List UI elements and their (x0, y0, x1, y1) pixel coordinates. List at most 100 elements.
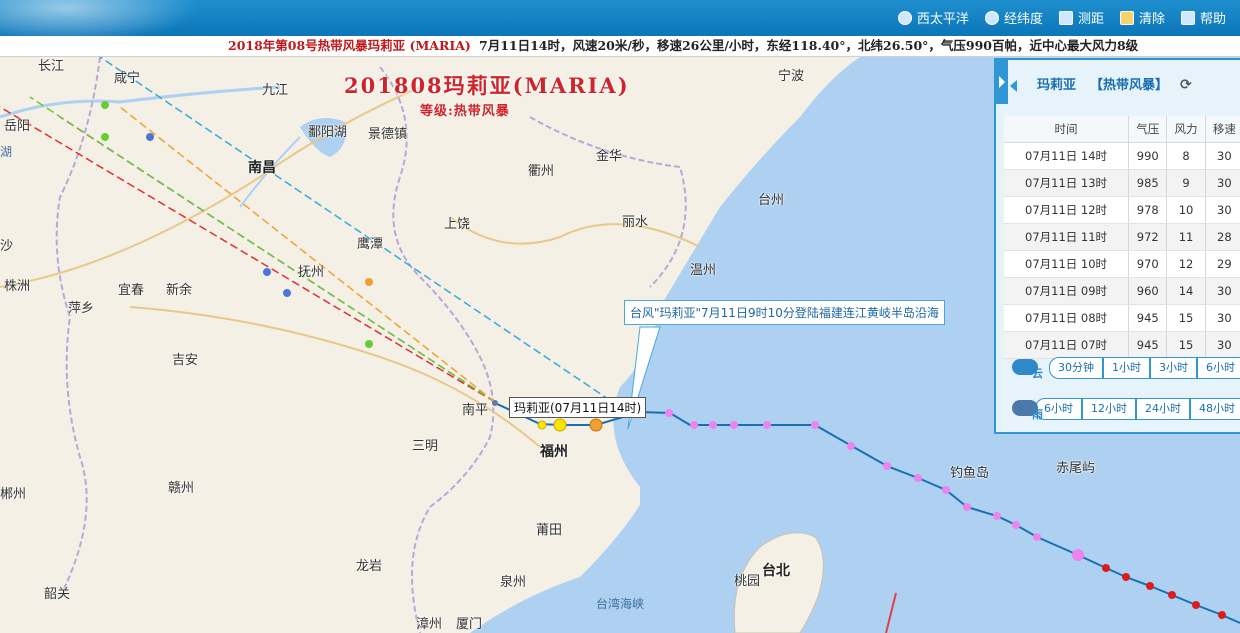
cloud-6h-button[interactable]: 6小时 (1197, 357, 1240, 379)
place-label: 沙 (0, 239, 14, 254)
track-point (1012, 521, 1020, 529)
col-header-pressure: 气压 (1128, 116, 1168, 143)
place-label: 鄱阳湖 (308, 125, 348, 140)
place-label: 宜春 (118, 283, 145, 298)
cell-force: 9 (1166, 169, 1206, 197)
forecast-point (146, 133, 154, 141)
rain-cloud-icon: 雨 (1004, 394, 1043, 424)
prev-typhoon-icon[interactable] (1010, 79, 1017, 92)
nav-west-pacific[interactable]: 西太平洋 (897, 8, 969, 27)
table-row[interactable]: 07月11日 11时 972 11 28 (1004, 223, 1240, 251)
cloud-icon: 云 (1004, 353, 1049, 383)
place-label: 泉州 (500, 575, 527, 590)
cell-time: 07月11日 11时 (1004, 223, 1130, 251)
cloud-label: 云 (1032, 367, 1043, 380)
forecast-point (101, 101, 109, 109)
cell-speed: 30 (1205, 304, 1240, 332)
province-border (529, 116, 687, 288)
place-label: 温州 (690, 263, 717, 278)
rain-48h-button[interactable]: 48小时 (1190, 398, 1240, 420)
place-label: 赤尾屿 (1056, 461, 1096, 476)
typhoon-info-panel: 玛莉亚 【热带风暴】 ⟳ 时间 气压 风力 移速 07月11日 14时 990 8 30 … (994, 58, 1240, 434)
nav-label: 测距 (1077, 12, 1104, 27)
forecast-track-kr (29, 96, 496, 403)
help-icon (1180, 10, 1195, 25)
cell-speed: 28 (1205, 223, 1240, 251)
nav-help[interactable]: 帮助 (1180, 8, 1226, 27)
place-label: 衢州 (528, 164, 555, 179)
place-label: 福州 (540, 444, 568, 460)
panel-collapse-tab[interactable] (996, 60, 1008, 104)
cell-pressure: 990 (1128, 142, 1168, 170)
nav-clear[interactable]: 清除 (1119, 8, 1165, 27)
track-point (1218, 611, 1226, 619)
track-point (993, 512, 1001, 520)
nav-label: 经纬度 (1003, 12, 1043, 27)
globe-icon (897, 10, 912, 25)
rain-label: 雨 (1032, 408, 1043, 421)
cell-time: 07月11日 14时 (1004, 142, 1130, 170)
table-row[interactable]: 07月11日 12时 978 10 30 (1004, 196, 1240, 224)
cell-time: 07月11日 09时 (1004, 277, 1130, 305)
track-point (589, 418, 603, 432)
cloud-30min-button[interactable]: 30分钟 (1049, 357, 1103, 379)
forecast-point (283, 289, 291, 297)
rain-12h-button[interactable]: 12小时 (1082, 398, 1136, 420)
rain-forecast-row: 雨 6小时 12小时 24小时 48小时 (1004, 391, 1240, 427)
place-label: 鹰潭 (357, 237, 384, 252)
place-label: 丽水 (622, 215, 649, 230)
track-point (847, 442, 855, 450)
typhoon-title-text: 2018年第08号热带风暴玛莉亚 (MARIA) (228, 38, 471, 53)
typhoon-level: 【热带风暴】 (1090, 78, 1169, 93)
track-point (1146, 582, 1154, 590)
rain-24h-button[interactable]: 24小时 (1136, 398, 1190, 420)
place-label: 台北 (762, 563, 790, 579)
cloud-buttons: 30分钟 1小时 3小时 6小时 (1049, 357, 1240, 379)
cell-time: 07月11日 10时 (1004, 250, 1130, 278)
track-point (537, 420, 547, 430)
place-label: 漳州 (416, 617, 443, 632)
highway (0, 86, 421, 288)
track-table: 时间 气压 风力 移速 07月11日 14时 990 8 30 07月11日 13时 9… (1004, 116, 1240, 359)
current-position-label[interactable]: 玛莉亚(07月11日14时) (509, 397, 647, 418)
place-label: 三明 (412, 439, 439, 454)
table-row[interactable]: 07月11日 08时 945 15 30 (1004, 304, 1240, 332)
cell-force: 11 (1166, 223, 1206, 251)
province-border (379, 66, 495, 633)
table-row[interactable]: 07月11日 09时 960 14 30 (1004, 277, 1240, 305)
col-header-time: 时间 (1004, 116, 1130, 143)
place-label: 郴州 (0, 487, 27, 502)
track-point (883, 462, 891, 470)
typhoon-detail-text: 7月11日14时，风速20米/秒，移速26公里/小时，东经118.40°，北纬2… (479, 38, 1139, 53)
nav-label: 清除 (1138, 12, 1165, 27)
nav-measure[interactable]: 测距 (1058, 8, 1104, 27)
cell-time: 07月11日 08时 (1004, 304, 1130, 332)
cell-force: 14 (1166, 277, 1206, 305)
place-label: 新余 (166, 283, 193, 298)
place-label: 宁波 (778, 69, 805, 84)
highway (449, 216, 701, 248)
refresh-icon[interactable]: ⟳ (1180, 77, 1192, 93)
col-header-force: 风力 (1166, 116, 1206, 143)
landfall-callout: 台风"玛莉亚"7月11日9时10分登陆福建连江黄岐半岛沿海 (624, 300, 945, 325)
map-title: 201808玛莉亚(MARIA) (344, 73, 630, 98)
cell-pressure: 985 (1128, 169, 1168, 197)
cloud-3h-button[interactable]: 3小时 (1150, 357, 1197, 379)
place-label: 南平 (462, 403, 489, 418)
table-row[interactable]: 07月11日 13时 985 9 30 (1004, 169, 1240, 197)
cell-pressure: 972 (1128, 223, 1168, 251)
place-label: 景德镇 (368, 127, 408, 142)
table-row[interactable]: 07月11日 14时 990 8 30 (1004, 142, 1240, 170)
track-point (1102, 564, 1110, 572)
nav-lat-lon[interactable]: 经纬度 (984, 8, 1043, 27)
rain-buttons: 6小时 12小时 24小时 48小时 (1035, 398, 1240, 420)
forecast-point (365, 340, 373, 348)
top-nav: 西太平洋 经纬度 测距 清除 帮助 (897, 8, 1226, 27)
place-label: 抚州 (298, 265, 325, 280)
forecast-track-china (0, 106, 496, 403)
table-row[interactable]: 07月11日 10时 970 12 29 (1004, 250, 1240, 278)
place-label: 吉安 (172, 353, 199, 368)
cloud-1h-button[interactable]: 1小时 (1103, 357, 1150, 379)
track-point-current (492, 400, 498, 406)
track-point (763, 421, 771, 429)
